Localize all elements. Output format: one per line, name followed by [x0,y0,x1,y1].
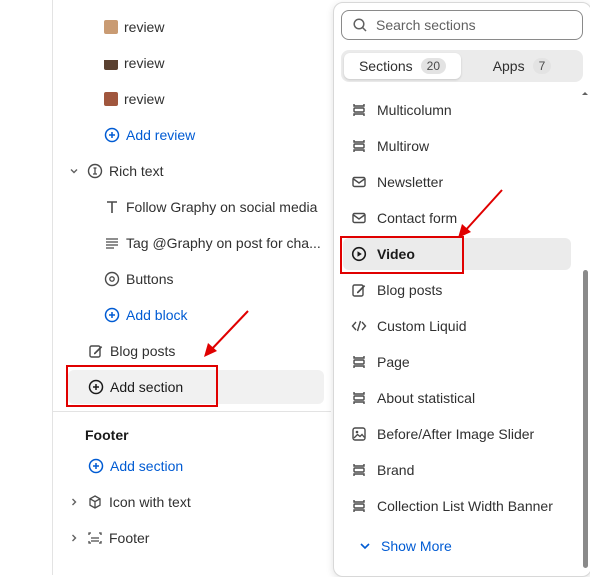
add-review-button[interactable]: Add review [104,123,195,147]
show-more-button[interactable]: Show More [357,534,452,558]
footer-heading: Footer [85,427,129,443]
scroll-up-icon[interactable] [580,88,590,98]
plus-circle-icon [104,307,120,323]
image-icon [351,426,367,442]
section-icon [351,390,367,406]
section-icon [351,354,367,370]
edit-icon [88,343,104,359]
section-item-label: About statistical [377,390,476,406]
section-footer[interactable]: Footer [69,526,149,550]
section-item-label: Multirow [377,138,430,154]
scrollbar-thumb[interactable] [583,270,588,568]
email-icon [351,174,367,190]
review-thumbnail [104,56,118,70]
footer-layout-icon [87,530,103,546]
footer-add-section-button[interactable]: Add section [88,454,183,478]
theme-editor-sidebar: review review review Add review Rich tex… [0,0,331,575]
plus-circle-icon [88,458,104,474]
section-icon-with-text[interactable]: Icon with text [69,490,191,514]
block-buttons[interactable]: Buttons [104,267,173,291]
section-item-label: Custom Liquid [377,318,467,334]
plus-circle-icon [104,127,120,143]
footer-add-section-label: Add section [110,458,184,474]
code-icon [351,318,367,334]
rich-text-label: Rich text [109,163,164,179]
section-item-collection-list-width-banner[interactable]: Collection List Width Banner [351,494,553,518]
section-item-custom-liquid[interactable]: Custom Liquid [351,314,467,338]
show-more-label: Show More [381,538,452,554]
search-placeholder: Search sections [376,17,476,33]
cube-icon [87,494,103,510]
text-icon [104,199,120,215]
section-item-label: Newsletter [377,174,444,190]
email-icon [351,210,367,226]
search-input[interactable]: Search sections [341,10,583,40]
review-label: review [124,91,165,107]
annotation-arrow [204,310,249,357]
review-item-3[interactable]: review [104,87,164,111]
block-label: Tag @Graphy on post for cha... [126,235,321,251]
count-badge: 7 [532,58,552,74]
paragraph-icon [104,235,120,251]
section-item-label: Multicolumn [377,102,452,118]
section-item-newsletter[interactable]: Newsletter [351,170,443,194]
section-item-about-statistical[interactable]: About statistical [351,386,475,410]
section-item-contact-form[interactable]: Contact form [351,206,457,230]
section-icon [351,462,367,478]
footer-label: Footer [109,530,150,546]
chevron-down-icon[interactable] [69,163,79,179]
sidebar-divider [52,0,53,575]
section-item-label: Contact form [377,210,458,226]
section-rich-text[interactable]: Rich text [69,159,163,183]
chevron-right-icon[interactable] [69,494,79,510]
section-item-page[interactable]: Page [351,350,410,374]
block-tag-graphy[interactable]: Tag @Graphy on post for cha... [104,231,321,255]
section-blog-posts[interactable]: Blog posts [88,339,175,363]
edit-icon [351,282,367,298]
section-icon [351,498,367,514]
review-label: review [124,19,165,35]
chevron-right-icon[interactable] [69,530,79,546]
rich-text-icon [87,163,103,179]
tab-sections[interactable]: Sections 20 [344,53,461,79]
add-block-button[interactable]: Add block [104,303,187,327]
blog-posts-label: Blog posts [110,343,176,359]
section-icon [351,102,367,118]
popover-tabs: Sections 20 Apps 7 [341,50,583,82]
search-icon [352,17,368,33]
annotation-box [66,365,218,407]
block-label: Follow Graphy on social media [126,199,318,215]
section-item-label: Before/After Image Slider [377,426,535,442]
group-divider [52,411,331,412]
add-block-label: Add block [126,307,188,323]
section-item-before-after-image-slider[interactable]: Before/After Image Slider [351,422,534,446]
tab-label: Apps [492,58,525,74]
block-label: Buttons [126,271,174,287]
section-item-brand[interactable]: Brand [351,458,414,482]
review-item-1[interactable]: review [104,15,164,39]
icon-with-text-label: Icon with text [109,494,191,510]
review-item-2[interactable]: review [104,51,164,75]
add-review-label: Add review [126,127,196,143]
review-thumbnail [104,20,118,34]
section-item-label: Blog posts [377,282,443,298]
tab-label: Sections [358,58,413,74]
buttons-icon [104,271,120,287]
annotation-box [340,236,464,274]
tab-apps[interactable]: Apps 7 [464,53,580,79]
section-item-label: Collection List Width Banner [377,498,553,514]
chevron-down-icon [357,538,373,554]
review-label: review [124,55,165,71]
section-item-blog-posts[interactable]: Blog posts [351,278,442,302]
section-item-label: Page [377,354,410,370]
review-thumbnail [104,92,118,106]
section-icon [351,138,367,154]
section-item-multirow[interactable]: Multirow [351,134,429,158]
section-item-multicolumn[interactable]: Multicolumn [351,98,452,122]
count-badge: 20 [420,58,447,74]
annotation-arrow [458,189,503,238]
block-follow-social[interactable]: Follow Graphy on social media [104,195,317,219]
section-item-label: Brand [377,462,415,478]
